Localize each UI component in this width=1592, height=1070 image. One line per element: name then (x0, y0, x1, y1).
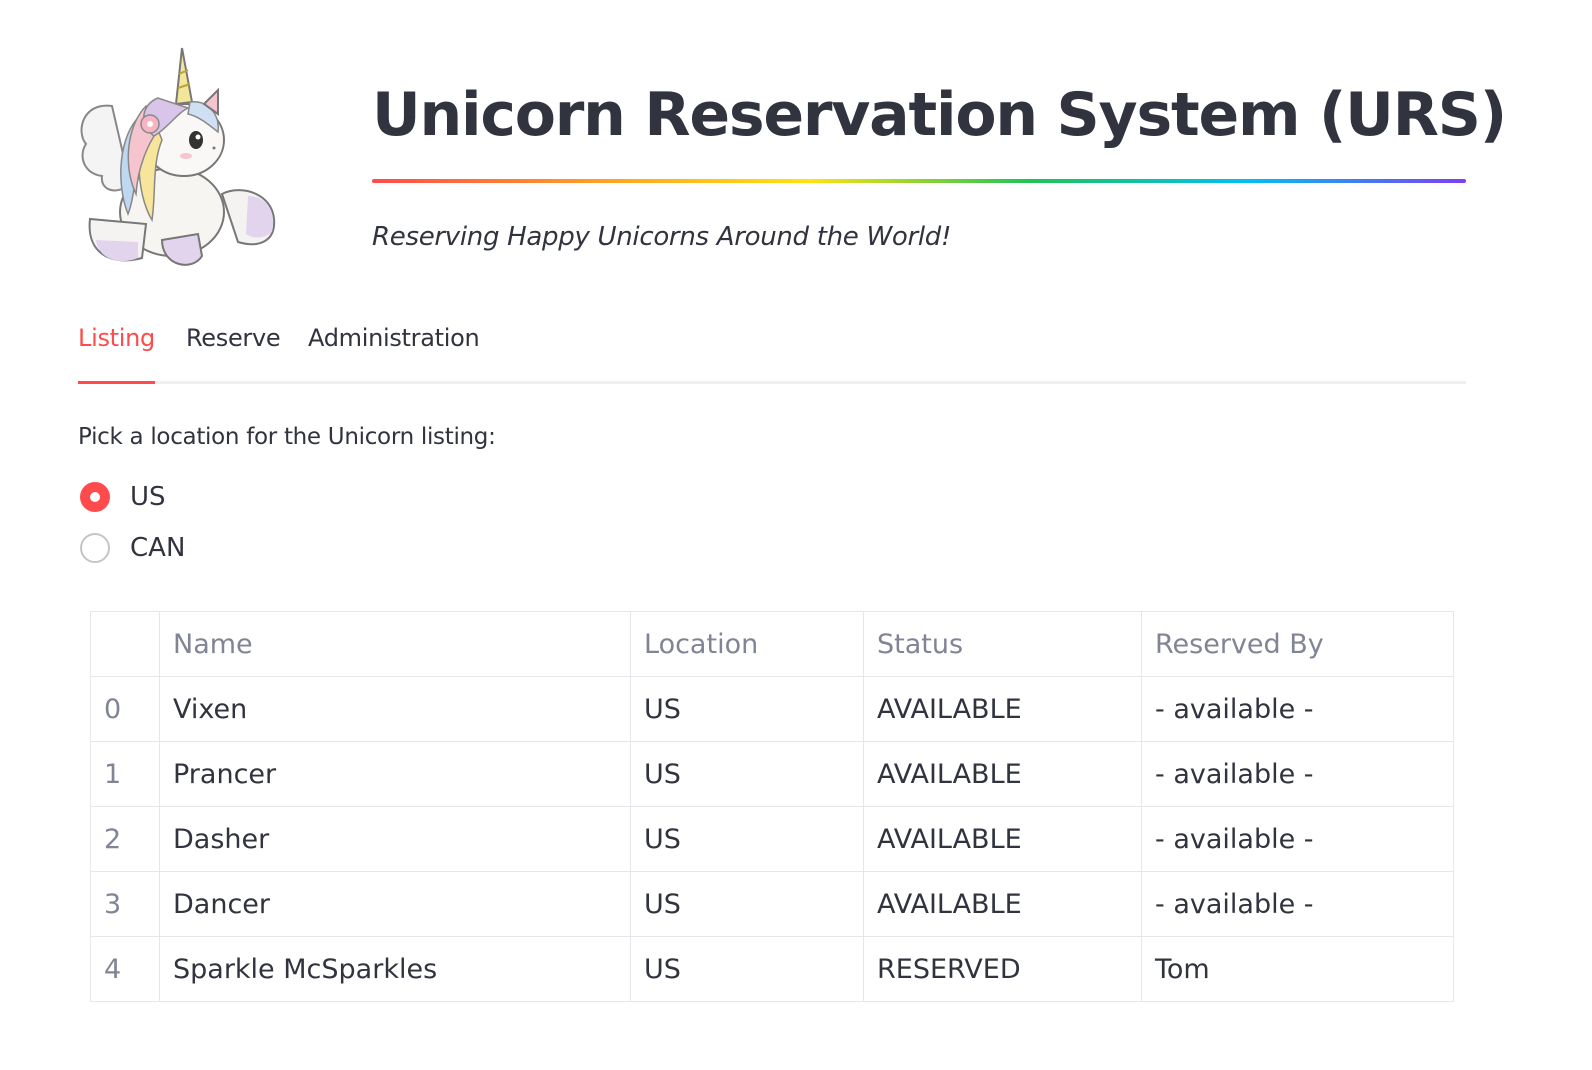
tab-listing[interactable]: Listing (78, 324, 155, 352)
cell-name[interactable]: Prancer (159, 741, 631, 807)
row-index: 1 (90, 741, 160, 807)
cell-location[interactable]: US (630, 806, 864, 872)
cell-name[interactable]: Sparkle McSparkles (159, 936, 631, 1002)
radio-unselected-icon[interactable] (80, 533, 110, 563)
page-subtitle: Reserving Happy Unicorns Around the Worl… (372, 222, 952, 252)
cell-reserved-by[interactable]: - available - (1141, 806, 1454, 872)
radio-selected-icon[interactable] (80, 482, 110, 512)
cell-status[interactable]: AVAILABLE (863, 806, 1142, 872)
table-row: 0 Vixen US AVAILABLE - available - (90, 676, 1454, 742)
row-index: 3 (90, 871, 160, 937)
tab-bar-divider (78, 381, 1466, 384)
table-row: 4 Sparkle McSparkles US RESERVED Tom (90, 936, 1454, 1002)
column-header-location[interactable]: Location (630, 611, 864, 677)
table-header-row: Name Location Status Reserved By (90, 611, 1454, 677)
page-title: Unicorn Reservation System (URS) (372, 80, 1507, 150)
cell-location[interactable]: US (630, 741, 864, 807)
cell-name[interactable]: Vixen (159, 676, 631, 742)
cell-reserved-by[interactable]: - available - (1141, 741, 1454, 807)
cell-status[interactable]: AVAILABLE (863, 676, 1142, 742)
cell-location[interactable]: US (630, 936, 864, 1002)
tab-bar: Listing Reserve Administration (78, 318, 1466, 384)
column-header-index (90, 611, 160, 677)
cell-reserved-by[interactable]: - available - (1141, 871, 1454, 937)
row-index: 0 (90, 676, 160, 742)
table-row: 2 Dasher US AVAILABLE - available - (90, 806, 1454, 872)
cell-reserved-by[interactable]: - available - (1141, 676, 1454, 742)
radio-option-label: CAN (130, 533, 186, 563)
cell-location[interactable]: US (630, 676, 864, 742)
column-header-name[interactable]: Name (159, 611, 631, 677)
column-header-status[interactable]: Status (863, 611, 1142, 677)
cell-status[interactable]: AVAILABLE (863, 871, 1142, 937)
cell-status[interactable]: AVAILABLE (863, 741, 1142, 807)
active-tab-indicator (78, 381, 155, 384)
tab-administration[interactable]: Administration (308, 324, 480, 352)
table-row: 3 Dancer US AVAILABLE - available - (90, 871, 1454, 937)
unicorn-listing-table: Name Location Status Reserved By 0 Vixen… (90, 611, 1454, 1002)
unicorn-mascot-icon (80, 47, 276, 266)
title-divider (372, 179, 1466, 183)
radio-option-label: US (130, 482, 166, 512)
column-header-reserved-by[interactable]: Reserved By (1141, 611, 1454, 677)
location-picker-label: Pick a location for the Unicorn listing: (78, 424, 496, 450)
table-row: 1 Prancer US AVAILABLE - available - (90, 741, 1454, 807)
cell-status[interactable]: RESERVED (863, 936, 1142, 1002)
row-index: 4 (90, 936, 160, 1002)
cell-name[interactable]: Dasher (159, 806, 631, 872)
unicorn-logo (72, 44, 282, 276)
cell-location[interactable]: US (630, 871, 864, 937)
tab-reserve[interactable]: Reserve (186, 324, 281, 352)
cell-name[interactable]: Dancer (159, 871, 631, 937)
cell-reserved-by[interactable]: Tom (1141, 936, 1454, 1002)
row-index: 2 (90, 806, 160, 872)
